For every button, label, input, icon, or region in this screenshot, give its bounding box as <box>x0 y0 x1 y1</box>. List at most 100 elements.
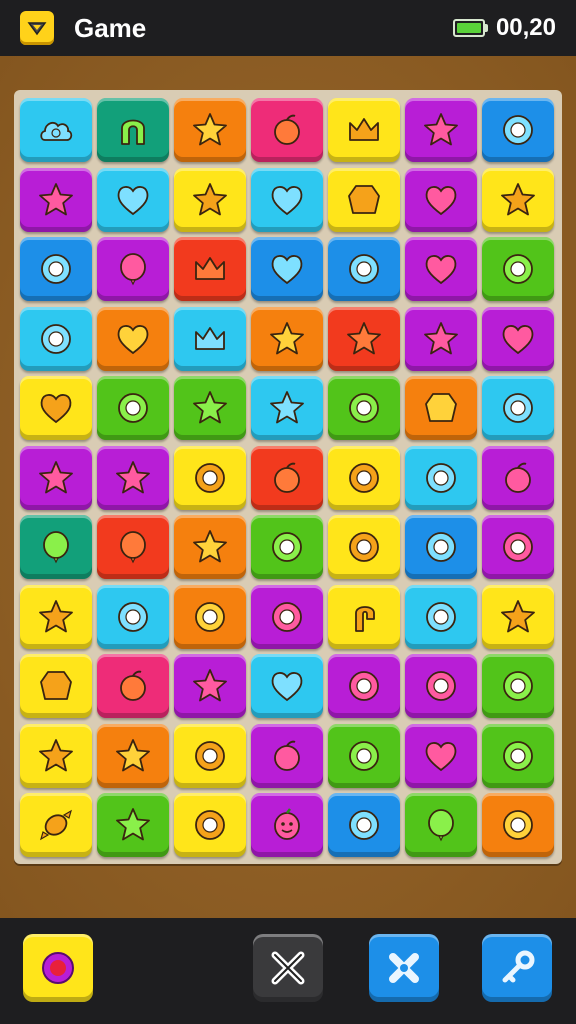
tile-cyan-heart[interactable] <box>97 167 169 232</box>
tile-cyan-cloud[interactable] <box>20 98 92 162</box>
tile-purple-star[interactable] <box>97 445 169 510</box>
bomb-booster-button[interactable] <box>23 934 93 1002</box>
tile-green-ring[interactable] <box>328 723 400 788</box>
tile-purple-star[interactable] <box>174 654 246 718</box>
tile-purple-heart[interactable] <box>405 723 477 788</box>
tile-cyan-ring[interactable] <box>482 376 554 440</box>
tile-purple-ring[interactable] <box>328 654 400 718</box>
tile-purple-star[interactable] <box>20 445 92 510</box>
tile-cyan-ring[interactable] <box>405 584 477 649</box>
tile-purple-ring[interactable] <box>482 515 554 579</box>
tile-pink-fruit[interactable] <box>97 654 169 718</box>
tile-cyan-ring[interactable] <box>405 445 477 510</box>
tile-cyan-heart[interactable] <box>251 167 323 232</box>
tile-purple-heart[interactable] <box>482 306 554 371</box>
tile-blue-ring[interactable] <box>328 793 400 857</box>
tile-green-balloon[interactable] <box>405 793 477 857</box>
tile-cyan-ring[interactable] <box>20 306 92 371</box>
tile-yellow-ring[interactable] <box>174 723 246 788</box>
heart-icon <box>425 255 457 285</box>
tile-yellow-heart[interactable] <box>20 376 92 440</box>
booster-bar <box>0 918 576 1024</box>
tile-cyan-heart[interactable] <box>251 654 323 718</box>
tile-yellow-star[interactable] <box>482 584 554 649</box>
tile-green-ring[interactable] <box>251 515 323 579</box>
tile-green-ring[interactable] <box>97 376 169 440</box>
tile-yellow-crown[interactable] <box>328 98 400 162</box>
tile-purple-fruit[interactable] <box>251 723 323 788</box>
shuffle-booster-button[interactable] <box>253 934 323 1002</box>
tile-yellow-hook[interactable] <box>328 584 400 649</box>
tile-orange-ring[interactable] <box>174 584 246 649</box>
tile-blue-ring[interactable] <box>20 237 92 301</box>
tile-pink-fruit[interactable] <box>251 98 323 162</box>
tile-purple-ring[interactable] <box>251 584 323 649</box>
tile-orange-star[interactable] <box>97 723 169 788</box>
balloon-icon <box>120 253 146 286</box>
ring-icon <box>195 601 225 632</box>
tile-yellow-star[interactable] <box>20 723 92 788</box>
tile-green-ring[interactable] <box>482 654 554 718</box>
game-title: Game <box>74 12 147 43</box>
tile-purple-star[interactable] <box>20 167 92 232</box>
tile-red-balloon[interactable] <box>97 515 169 579</box>
ring-icon <box>272 532 302 562</box>
tile-red-star[interactable] <box>328 306 400 371</box>
tile-blue-ring[interactable] <box>405 515 477 579</box>
tile-yellow-candy[interactable] <box>20 793 92 857</box>
tile-red-fruit[interactable] <box>251 445 323 510</box>
tile-purple-face[interactable] <box>251 793 323 857</box>
tile-green-ring[interactable] <box>482 723 554 788</box>
timer: 00,20 <box>495 14 556 41</box>
tile-purple-heart[interactable] <box>405 237 477 301</box>
ring-icon <box>503 810 533 840</box>
tile-purple-star[interactable] <box>405 98 477 162</box>
tile-blue-ring[interactable] <box>328 237 400 301</box>
tile-yellow-ring[interactable] <box>174 793 246 857</box>
ring-icon <box>195 740 225 771</box>
tile-cyan-ring[interactable] <box>97 584 169 649</box>
tile-teal-balloon[interactable] <box>20 515 92 579</box>
tile-blue-ring[interactable] <box>482 98 554 162</box>
tile-green-star[interactable] <box>174 376 246 440</box>
heart-icon <box>425 185 457 215</box>
tile-purple-heart[interactable] <box>405 167 477 232</box>
tile-blue-heart[interactable] <box>251 237 323 301</box>
tile-yellow-star[interactable] <box>20 584 92 649</box>
tile-yellow-star[interactable] <box>482 167 554 232</box>
tile-yellow-ring[interactable] <box>328 515 400 579</box>
tile-red-crown[interactable] <box>174 237 246 301</box>
ring-icon <box>41 254 71 284</box>
heart-icon <box>271 255 303 285</box>
tile-orange-gem[interactable] <box>405 376 477 440</box>
tile-orange-star[interactable] <box>251 306 323 371</box>
tile-green-ring[interactable] <box>482 237 554 301</box>
ring-icon <box>503 671 533 701</box>
tile-teal-arch[interactable] <box>97 98 169 162</box>
tile-purple-fruit[interactable] <box>482 445 554 510</box>
tile-yellow-gem[interactable] <box>328 167 400 232</box>
tile-purple-ring[interactable] <box>405 654 477 718</box>
star-icon <box>116 460 150 493</box>
tile-cyan-crown[interactable] <box>174 306 246 371</box>
tile-cyan-star[interactable] <box>251 376 323 440</box>
tile-yellow-star[interactable] <box>174 167 246 232</box>
menu-button[interactable] <box>20 11 54 45</box>
ring-icon <box>503 393 533 423</box>
tile-green-star[interactable] <box>97 793 169 857</box>
tile-purple-balloon[interactable] <box>97 237 169 301</box>
ring-icon <box>349 462 379 493</box>
tile-orange-star[interactable] <box>174 515 246 579</box>
tile-yellow-gem[interactable] <box>20 654 92 718</box>
target-icon <box>42 952 74 984</box>
tile-orange-ring[interactable] <box>482 793 554 857</box>
tile-purple-star[interactable] <box>405 306 477 371</box>
tile-yellow-ring[interactable] <box>328 445 400 510</box>
tile-orange-star[interactable] <box>174 98 246 162</box>
ring-icon <box>349 810 379 840</box>
tile-orange-heart[interactable] <box>97 306 169 371</box>
hammer-booster-button[interactable] <box>482 934 552 1002</box>
tile-yellow-ring[interactable] <box>174 445 246 510</box>
swap-booster-button[interactable] <box>369 934 439 1002</box>
tile-green-ring[interactable] <box>328 376 400 440</box>
